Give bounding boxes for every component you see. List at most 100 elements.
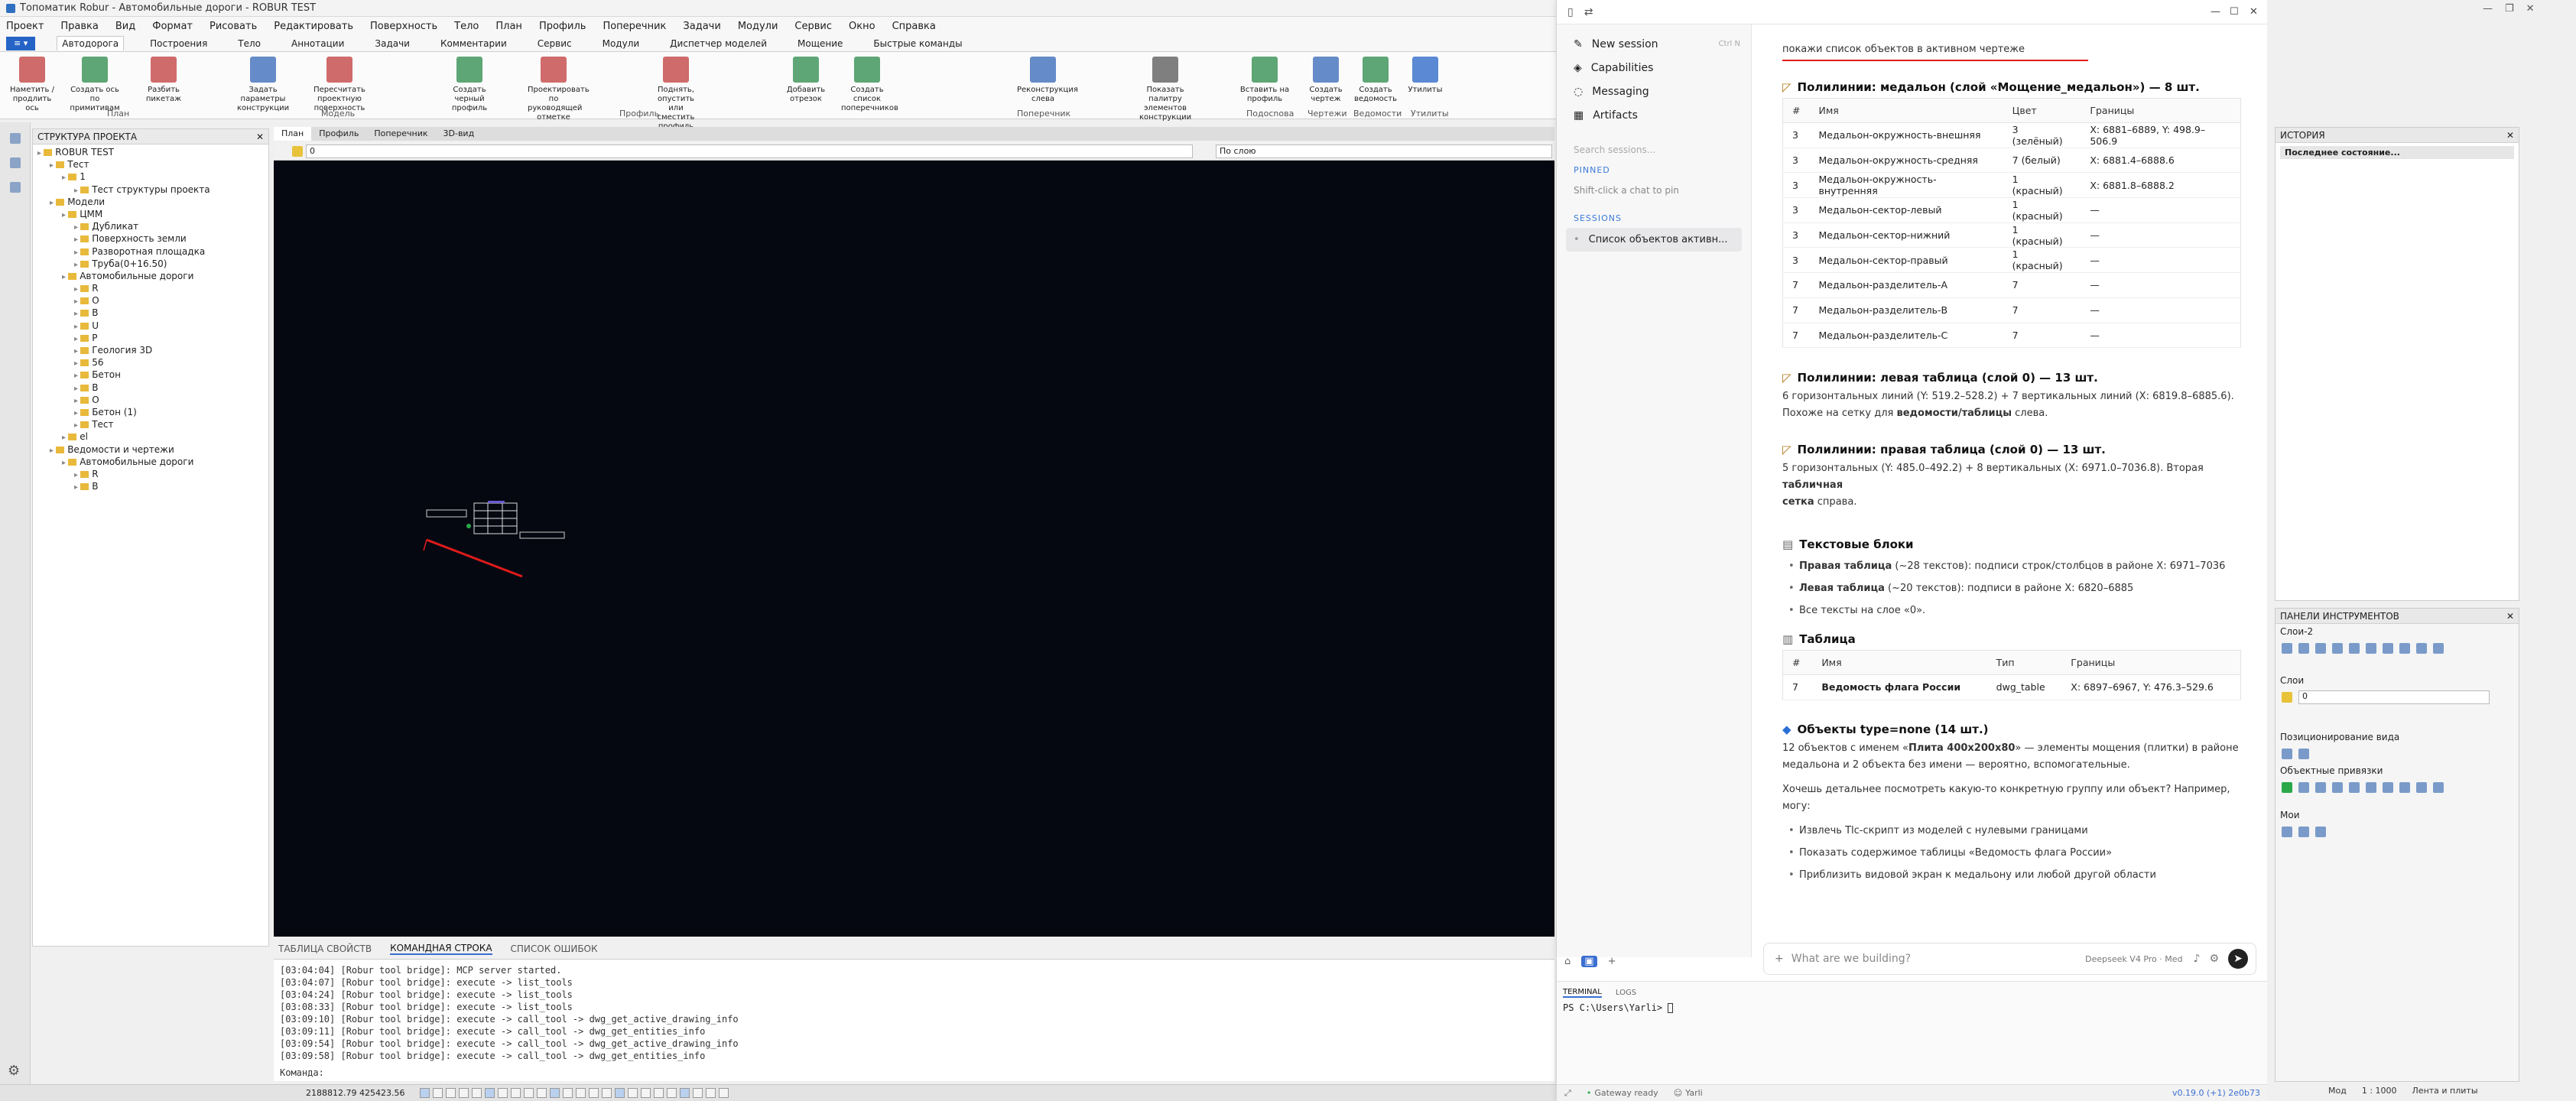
sidebar-toggle-icon[interactable]: ▯ <box>1567 6 1574 18</box>
tree-expand-icon[interactable]: ▸ <box>74 248 80 257</box>
tree-node[interactable]: ▸ R <box>33 468 268 480</box>
snap-toggle-icon[interactable] <box>498 1088 508 1098</box>
new-session-button[interactable]: ✎ New session Ctrl N <box>1557 32 1751 56</box>
close-icon[interactable]: ✕ <box>2506 611 2514 622</box>
tree-expand-icon[interactable]: ▸ <box>74 483 80 492</box>
tree-node[interactable]: ▸ P <box>33 332 268 344</box>
bottom-tab[interactable]: КОМАНДНАЯ СТРОКА <box>390 943 492 955</box>
ribbon-tab[interactable]: Быстрые команды <box>869 37 966 50</box>
ribbon-tab[interactable]: Сервис <box>533 37 577 50</box>
current-layer-select[interactable]: 0 <box>306 144 1193 158</box>
tree-expand-icon[interactable]: ▸ <box>74 421 80 430</box>
canvas-tab[interactable]: Поперечник <box>366 127 435 141</box>
history-item[interactable]: Последнее состояние... <box>2280 146 2514 159</box>
snap-toggle-icon[interactable] <box>576 1088 586 1098</box>
layer-select[interactable]: 0 <box>2298 690 2490 704</box>
snap-toggle-icon[interactable] <box>667 1088 677 1098</box>
ribbon-tool-button[interactable]: Вставить на профиль <box>1239 57 1291 104</box>
ribbon-tab[interactable]: Задачи <box>370 37 414 50</box>
tree-node[interactable]: ▸ Поверхность земли <box>33 232 268 245</box>
tree-expand-icon[interactable]: ▸ <box>74 385 80 393</box>
menu-item[interactable]: Сервис <box>794 21 832 32</box>
tree-node[interactable]: ▸ B <box>33 382 268 394</box>
tree-expand-icon[interactable]: ▸ <box>50 199 56 207</box>
canvas-tab[interactable]: Профиль <box>311 127 366 141</box>
dock-tree-icon[interactable] <box>10 133 21 144</box>
ribbon-tool-button[interactable]: Создать черный профиль <box>443 57 495 113</box>
app-menu-button[interactable]: ≡ ▾ <box>6 36 36 50</box>
tree-expand-icon[interactable]: ▸ <box>74 359 80 368</box>
ribbon-tool-button[interactable]: Создать чертеж <box>1300 57 1352 104</box>
snap-toggle-icon[interactable] <box>537 1088 547 1098</box>
snap-icon[interactable] <box>2298 782 2309 793</box>
artifacts-link[interactable]: ▦ Artifacts <box>1557 103 1751 127</box>
snap-toggle-icon[interactable] <box>433 1088 443 1098</box>
menu-item[interactable]: Окно <box>849 21 875 32</box>
snap-icon[interactable] <box>2399 782 2410 793</box>
snap-icon[interactable] <box>2383 782 2393 793</box>
snap-toggle-icon[interactable] <box>511 1088 521 1098</box>
tool-icon[interactable] <box>2315 827 2326 837</box>
ribbon-tool-button[interactable]: Создать ось по примитивам <box>69 57 121 113</box>
tree-expand-icon[interactable]: ▸ <box>62 273 68 281</box>
snap-toggle-icon[interactable] <box>706 1088 716 1098</box>
canvas-tab[interactable]: План <box>274 127 312 141</box>
settings-icon[interactable]: ⚙ <box>2209 953 2219 965</box>
ribbon-tab[interactable]: Комментарии <box>436 37 512 50</box>
tree-expand-icon[interactable]: ▸ <box>74 235 80 244</box>
tree-node[interactable]: ▸ Автомобильные дороги <box>33 456 268 468</box>
swap-icon[interactable]: ⇄ <box>1584 6 1593 18</box>
tree-expand-icon[interactable]: ▸ <box>74 372 80 380</box>
tree-node[interactable]: ▸ Дубликат <box>33 220 268 232</box>
tree-node[interactable]: ▸ B <box>33 307 268 319</box>
canvas-tab[interactable]: 3D-вид <box>436 127 482 141</box>
bottom-tab[interactable]: СПИСОК ОШИБОК <box>511 943 598 954</box>
tree-expand-icon[interactable]: ▸ <box>74 310 80 318</box>
home-icon[interactable]: ⌂ <box>1564 956 1571 967</box>
snap-toggle-icon[interactable] <box>420 1088 430 1098</box>
tool-icon[interactable] <box>2399 643 2410 654</box>
ribbon-tool-button[interactable]: Разбить пикетаж <box>138 57 190 104</box>
expand-icon[interactable]: ⤢ <box>1564 1088 1571 1099</box>
tree-expand-icon[interactable]: ▸ <box>62 211 68 219</box>
menu-item[interactable]: План <box>495 21 522 32</box>
tree-expand-icon[interactable]: ▸ <box>50 161 56 170</box>
dock-props-icon[interactable] <box>10 182 21 193</box>
ribbon-tab[interactable]: Аннотации <box>287 37 349 50</box>
menu-item[interactable]: Формат <box>152 21 193 32</box>
tool-icon[interactable] <box>2416 643 2427 654</box>
tree-node[interactable]: ▸ O <box>33 394 268 406</box>
tree-node[interactable]: ▸ Труба(0+16.50) <box>33 258 268 270</box>
snap-icon[interactable] <box>2315 782 2326 793</box>
tree-node[interactable]: ▸ O <box>33 294 268 307</box>
menu-item[interactable]: Редактировать <box>274 21 353 32</box>
tree-node[interactable]: ▸ Тест <box>33 158 268 171</box>
terminal-line[interactable]: PS C:\Users\Yarli> <box>1557 998 2268 1018</box>
tree-node[interactable]: ▸ U <box>33 320 268 332</box>
tree-expand-icon[interactable]: ▸ <box>37 149 44 158</box>
snap-icon[interactable] <box>2416 782 2427 793</box>
snap-toggle-icon[interactable] <box>459 1088 469 1098</box>
ribbon-tool-button[interactable]: Пересчитать проектную поверхность <box>313 57 365 113</box>
tool-icon[interactable] <box>2433 643 2444 654</box>
restore-button[interactable]: ❐ <box>2505 3 2514 15</box>
ribbon-tool-button[interactable]: Проектировать по руководящей отметке <box>528 57 590 122</box>
snap-toggle-icon[interactable] <box>550 1088 560 1098</box>
command-prompt[interactable]: Команда: <box>280 1067 1548 1079</box>
terminal-tab[interactable]: TERMINAL <box>1563 988 1602 998</box>
tool-icon[interactable] <box>2349 643 2360 654</box>
menu-item[interactable]: Поверхность <box>370 21 437 32</box>
tree-node[interactable]: ▸ Бетон (1) <box>33 406 268 418</box>
menu-item[interactable]: Вид <box>115 21 135 32</box>
add-icon[interactable]: + <box>1608 956 1616 967</box>
snap-icon[interactable] <box>2366 782 2376 793</box>
tree-node[interactable]: ▸ Тест <box>33 418 268 430</box>
tree-node[interactable]: ▸ Ведомости и чертежи <box>33 443 268 456</box>
snap-toggle-icon[interactable] <box>446 1088 456 1098</box>
snap-toggle-icon[interactable] <box>719 1088 729 1098</box>
tree-expand-icon[interactable]: ▸ <box>74 335 80 343</box>
tree-expand-icon[interactable]: ▸ <box>74 285 80 294</box>
close-icon[interactable]: ✕ <box>256 132 264 142</box>
snap-icon[interactable] <box>2282 782 2292 793</box>
model-select[interactable]: Deepseek V4 Pro · Med <box>2085 954 2182 964</box>
